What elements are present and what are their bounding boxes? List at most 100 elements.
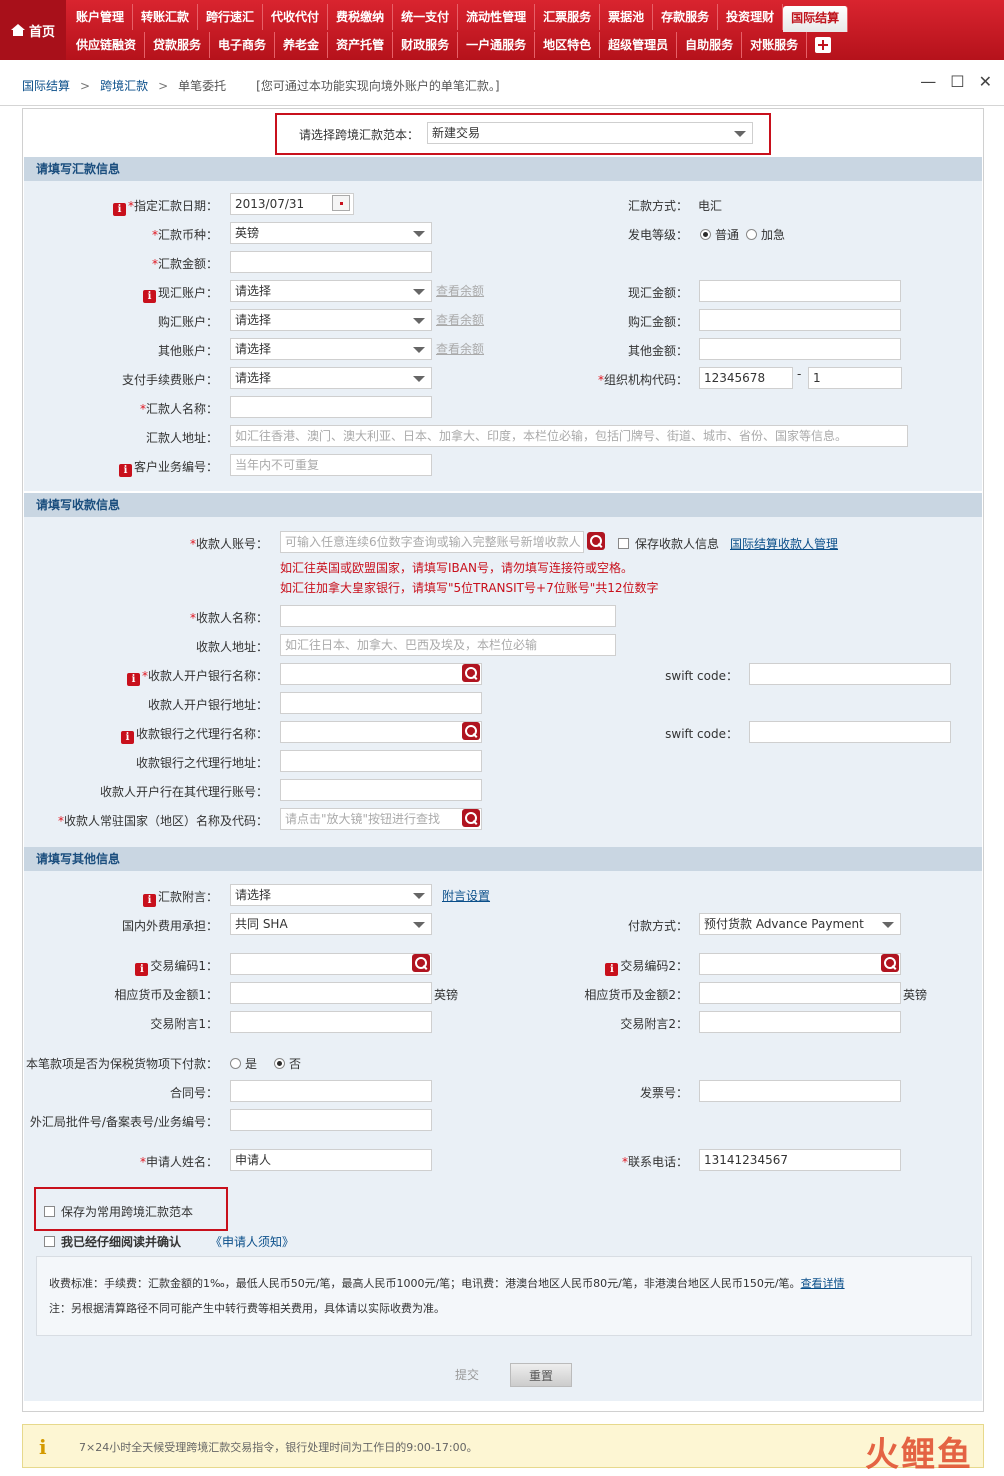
swift-field-2[interactable] — [749, 721, 951, 743]
payee-manage-link[interactable]: 国际结算收款人管理 — [730, 535, 838, 552]
level-urgent-radio[interactable] — [746, 229, 757, 240]
nav-item-r2-9[interactable]: 自助服务 — [677, 32, 743, 58]
home-button[interactable]: 首页 — [0, 0, 66, 60]
applicant-field[interactable]: 申请人 — [230, 1149, 432, 1171]
nav-item-r1-8[interactable]: 票据池 — [600, 4, 654, 30]
spot-balance-link[interactable]: 查看余额 — [436, 282, 484, 299]
org-code-field[interactable]: 12345678 — [699, 367, 793, 389]
phone-field[interactable]: 13141234567 — [699, 1149, 901, 1171]
nav-item-r1-10[interactable]: 投资理财 — [718, 4, 784, 30]
breadcrumb-crossborder[interactable]: 跨境汇款 — [100, 79, 148, 93]
nav-item-r2-1[interactable]: 贷款服务 — [145, 32, 211, 58]
section-remit-header: 请填写汇款信息 — [24, 157, 982, 181]
bonded-no-radio[interactable] — [274, 1058, 285, 1069]
notice-link[interactable]: 《申请人须知》 — [210, 1233, 294, 1250]
search-icon[interactable] — [462, 664, 480, 682]
nav-item-r1-9[interactable]: 存款服务 — [653, 4, 719, 30]
nav-item-r1-11[interactable]: 国际结算 — [783, 6, 849, 32]
contract-field[interactable] — [230, 1080, 432, 1102]
nav-item-r1-5[interactable]: 统一支付 — [393, 4, 459, 30]
calendar-icon[interactable] — [332, 195, 350, 211]
search-icon[interactable] — [412, 954, 430, 972]
spot-amount-field[interactable] — [699, 280, 901, 302]
other-balance-link[interactable]: 查看余额 — [436, 340, 484, 357]
code2-field[interactable] — [699, 953, 901, 975]
memo-select[interactable]: 请选择 — [230, 884, 432, 906]
confirm-checkbox[interactable] — [44, 1236, 55, 1247]
nav-item-r2-6[interactable]: 一户通服务 — [458, 32, 536, 58]
nav-item-r2-0[interactable]: 供应链融资 — [68, 32, 146, 58]
maximize-icon[interactable]: ☐ — [950, 72, 964, 91]
nav-item-r2-8[interactable]: 超级管理员 — [600, 32, 678, 58]
agent-bank-field[interactable] — [280, 721, 482, 743]
approval-field[interactable] — [230, 1109, 432, 1131]
code1-field[interactable] — [230, 953, 432, 975]
search-icon[interactable] — [462, 809, 480, 827]
template-select[interactable]: 新建交易 — [427, 122, 753, 144]
other-amount-field[interactable] — [699, 338, 901, 360]
bonded-label: 本笔款项是否为保税货物项下付款： — [25, 1057, 218, 1071]
paytype-select[interactable]: 预付货款 Advance Payment — [699, 913, 901, 935]
submit-button[interactable]: 提交 — [442, 1363, 492, 1387]
payee-bank-addr-label: 收款人开户银行地址： — [147, 698, 268, 712]
nav-item-r2-10[interactable]: 对账服务 — [742, 32, 808, 58]
agent-addr-field[interactable] — [280, 750, 482, 772]
agent-acct-field[interactable] — [280, 779, 482, 801]
nav-item-r1-1[interactable]: 转账汇款 — [133, 4, 199, 30]
note1-field[interactable] — [230, 1011, 432, 1033]
minimize-icon[interactable]: — — [920, 72, 936, 91]
country-field[interactable]: 请点击"放大镜"按钮进行查找 — [280, 808, 482, 830]
remitter-name-field[interactable] — [230, 396, 432, 418]
code2-label: 交易编码2： — [620, 959, 688, 973]
nav-item-r2-3[interactable]: 养老金 — [275, 32, 329, 58]
nav-item-r1-0[interactable]: 账户管理 — [68, 4, 134, 30]
buy-balance-link[interactable]: 查看余额 — [436, 311, 484, 328]
invoice-field[interactable] — [699, 1080, 901, 1102]
breadcrumb: 国际结算 > 跨境汇款 > 单笔委托 [您可通过本功能实现向境外账户的单笔汇款。] — [22, 79, 500, 93]
memo-settings-link[interactable]: 附言设置 — [442, 887, 490, 904]
nav-item-r1-3[interactable]: 代收代付 — [263, 4, 329, 30]
fee-account-select[interactable]: 请选择 — [230, 367, 432, 389]
nav-item-r1-4[interactable]: 费税缴纳 — [328, 4, 394, 30]
buy-amount-field[interactable] — [699, 309, 901, 331]
breadcrumb-international[interactable]: 国际结算 — [22, 79, 70, 93]
nav-row-2: 供应链融资 贷款服务 电子商务 养老金 资产托管 财政服务 一户通服务 地区特色 超级管理员 自助… — [68, 32, 839, 58]
payee-name-field[interactable] — [280, 605, 616, 627]
payee-bank-addr-field[interactable] — [280, 692, 482, 714]
amt1-field[interactable] — [230, 982, 432, 1004]
buy-account-select[interactable]: 请选择 — [230, 309, 432, 331]
method-value: 电汇 — [698, 199, 723, 213]
search-icon[interactable] — [462, 722, 480, 740]
amount-field[interactable] — [230, 251, 432, 273]
org-code-suffix-field[interactable]: 1 — [808, 367, 902, 389]
spot-account-select[interactable]: 请选择 — [230, 280, 432, 302]
nav-item-r1-7[interactable]: 汇票服务 — [535, 4, 601, 30]
nav-item-r1-2[interactable]: 跨行速汇 — [198, 4, 264, 30]
close-icon[interactable]: ✕ — [979, 72, 992, 91]
fee-detail-link[interactable]: 查看详情 — [801, 1277, 845, 1290]
nav-item-r2-4[interactable]: 资产托管 — [328, 32, 394, 58]
bizno-field[interactable]: 当年内不可重复 — [230, 454, 432, 476]
charge-select[interactable]: 共同 SHA — [230, 913, 432, 935]
nav-item-r2-7[interactable]: 地区特色 — [535, 32, 601, 58]
swift-field-1[interactable] — [749, 663, 951, 685]
save-payee-checkbox[interactable] — [618, 538, 629, 549]
note2-field[interactable] — [699, 1011, 901, 1033]
payee-bank-field[interactable] — [280, 663, 482, 685]
payee-acct-field[interactable]: 可输入任意连续6位数字查询或输入完整账号新增收款人 — [280, 531, 584, 553]
save-template-checkbox[interactable] — [44, 1206, 55, 1217]
other-account-select[interactable]: 请选择 — [230, 338, 432, 360]
nav-item-r2-2[interactable]: 电子商务 — [210, 32, 276, 58]
search-icon[interactable] — [587, 532, 605, 550]
add-menu-icon[interactable] — [815, 37, 832, 53]
nav-item-r2-5[interactable]: 财政服务 — [393, 32, 459, 58]
remitter-addr-field[interactable]: 如汇往香港、澳门、澳大利亚、日本、加拿大、印度，本栏位必输，包括门牌号、街道、城… — [230, 425, 908, 447]
payee-addr-field[interactable]: 如汇往日本、加拿大、巴西及埃及，本栏位必输 — [280, 634, 616, 656]
level-normal-radio[interactable] — [700, 229, 711, 240]
search-icon[interactable] — [881, 954, 899, 972]
reset-button[interactable]: 重置 — [510, 1363, 572, 1387]
nav-item-r1-6[interactable]: 流动性管理 — [458, 4, 536, 30]
amt2-field[interactable] — [699, 982, 901, 1004]
currency-select[interactable]: 英镑 — [230, 222, 432, 244]
bonded-yes-radio[interactable] — [230, 1058, 241, 1069]
